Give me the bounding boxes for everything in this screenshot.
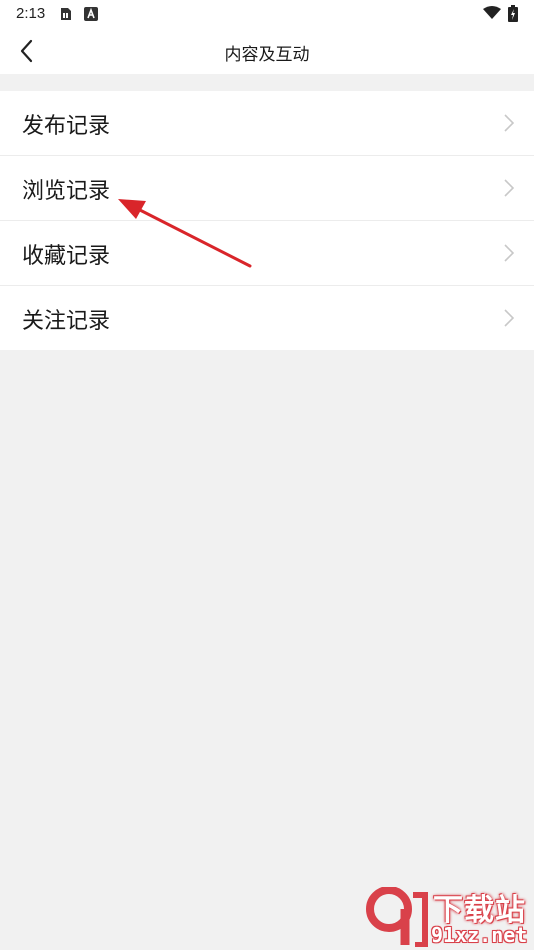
page-title: 内容及互动 — [224, 45, 310, 65]
chevron-right-icon — [504, 244, 515, 262]
list-item-browse-records[interactable]: 浏览记录 — [0, 156, 534, 221]
list-item-label: 发布记录 — [22, 114, 111, 139]
list-item-label: 关注记录 — [22, 309, 111, 334]
watermark-logo-icon — [366, 887, 428, 947]
sim-card-icon — [61, 8, 71, 20]
wifi-icon — [483, 6, 501, 19]
watermark-bottom-text: 91xz.net — [431, 923, 528, 947]
list-item-label: 浏览记录 — [22, 179, 111, 204]
chevron-right-icon — [504, 114, 515, 132]
list-item-favorite-records[interactable]: 收藏记录 — [0, 221, 534, 286]
list-item-follow-records[interactable]: 关注记录 — [0, 286, 534, 350]
record-list: 发布记录 浏览记录 收藏记录 关注记录 — [0, 91, 534, 350]
header: 内容及互动 — [0, 28, 534, 74]
watermark: 下载站 91xz.net — [365, 885, 534, 950]
battery-charging-icon — [508, 5, 518, 22]
status-time: 2:13 — [16, 5, 46, 22]
chevron-right-icon — [504, 179, 515, 197]
list-item-publish-records[interactable]: 发布记录 — [0, 91, 534, 156]
list-item-label: 收藏记录 — [22, 244, 111, 269]
status-bar: 2:13 — [0, 0, 534, 28]
chevron-right-icon — [504, 309, 515, 327]
a-notification-icon — [84, 7, 98, 21]
